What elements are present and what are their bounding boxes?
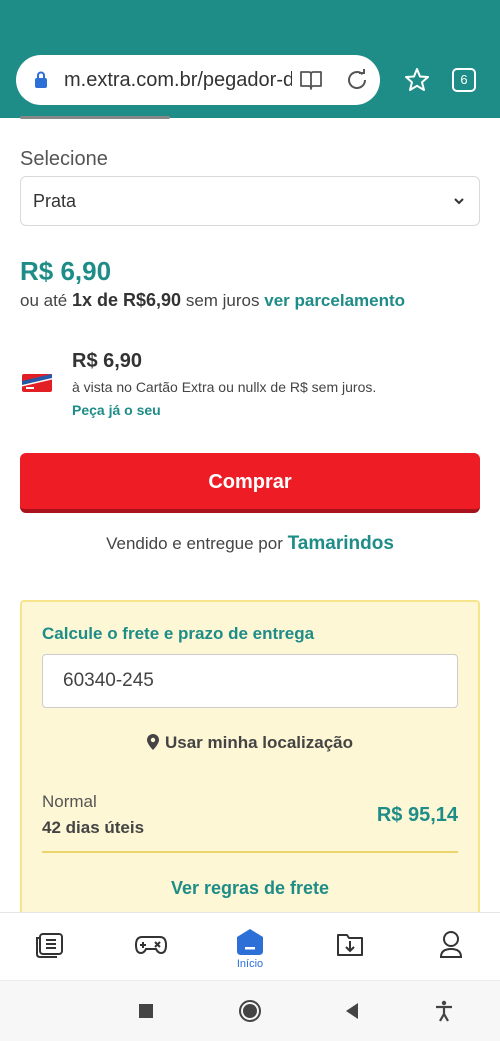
shipping-price: R$ 95,14 bbox=[376, 804, 458, 826]
url-text[interactable]: m.extra.com.br/pegador-d bbox=[64, 69, 292, 92]
installment-link[interactable]: ver parcelamento bbox=[264, 291, 405, 310]
variant-value: Prata bbox=[33, 191, 77, 211]
accessibility-icon[interactable] bbox=[432, 999, 456, 1023]
profile-icon[interactable] bbox=[436, 927, 466, 961]
lock-icon bbox=[35, 71, 47, 88]
catalog-icon[interactable] bbox=[35, 927, 65, 961]
shipping-method: Normal bbox=[42, 792, 97, 811]
nav-home-label[interactable]: Início bbox=[230, 958, 270, 970]
seller-name-link[interactable]: Tamarindos bbox=[288, 533, 394, 554]
variant-select[interactable]: Prata bbox=[20, 176, 480, 226]
card-signup-link[interactable]: Peça já o seu bbox=[72, 402, 161, 418]
shipping-days: 42 dias úteis bbox=[42, 818, 145, 837]
browser-toolbar: m.extra.com.br/pegador-d 6 bbox=[0, 0, 500, 118]
download-box-icon[interactable] bbox=[335, 927, 365, 961]
reload-icon[interactable] bbox=[344, 67, 370, 93]
bottom-navigation: Início bbox=[0, 912, 500, 980]
gamepad-icon[interactable] bbox=[134, 927, 168, 961]
use-location-button[interactable]: Usar minha localização bbox=[22, 733, 478, 753]
installment-amount: 1x de R$6,90 bbox=[72, 290, 182, 310]
back-icon[interactable] bbox=[340, 999, 364, 1023]
home-circle-icon[interactable] bbox=[238, 999, 262, 1023]
address-bar[interactable]: m.extra.com.br/pegador-d bbox=[16, 55, 380, 105]
card-description: à vista no Cartão Extra ou nullx de R$ s… bbox=[72, 379, 377, 395]
variant-label: Selecione bbox=[20, 148, 108, 170]
cep-input[interactable]: 60340-245 bbox=[42, 654, 458, 708]
seller-prefix: Vendido e entregue por bbox=[106, 534, 283, 553]
installment-prefix: ou até bbox=[20, 291, 68, 310]
divider bbox=[42, 851, 458, 853]
buy-button[interactable]: Comprar bbox=[20, 453, 480, 513]
card-price: R$ 6,90 bbox=[72, 350, 143, 372]
location-pin-icon bbox=[146, 734, 159, 750]
chevron-down-icon bbox=[454, 198, 464, 205]
system-navigation-bar bbox=[0, 980, 500, 1041]
use-location-label: Usar minha localização bbox=[164, 733, 354, 752]
installment-suffix: sem juros bbox=[185, 291, 260, 310]
home-icon[interactable] bbox=[235, 927, 265, 961]
shipping-calculator: Calcule o frete e prazo de entrega 60340… bbox=[20, 600, 480, 930]
shipping-title: Calcule o frete e prazo de entrega bbox=[42, 624, 315, 643]
recents-icon[interactable] bbox=[134, 999, 158, 1023]
credit-card-icon bbox=[22, 374, 52, 392]
clipped-text bbox=[20, 112, 180, 120]
bookmark-star-icon[interactable] bbox=[403, 66, 431, 94]
installment-info: ou até 1x de R$6,90 sem juros ver parcel… bbox=[20, 290, 405, 311]
product-price: R$ 6,90 bbox=[20, 256, 112, 286]
shipping-rules-link[interactable]: Ver regras de frete bbox=[22, 878, 478, 899]
reader-mode-icon[interactable] bbox=[298, 67, 324, 93]
tabs-count-button[interactable]: 6 bbox=[452, 68, 476, 92]
seller-info: Vendido e entregue por Tamarindos bbox=[0, 533, 500, 555]
